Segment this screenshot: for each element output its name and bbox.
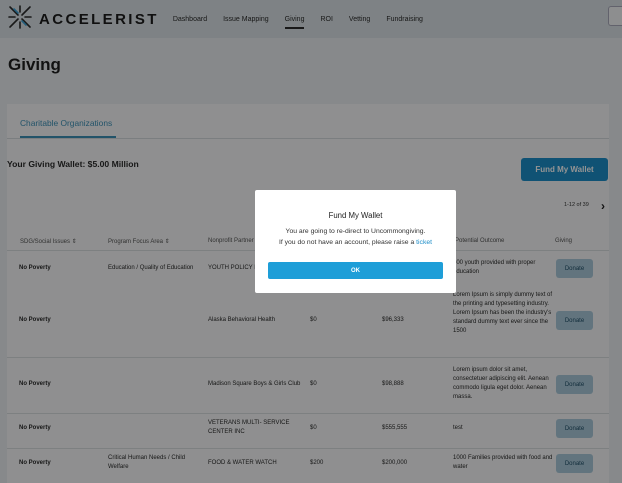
ticket-link[interactable]: ticket — [416, 239, 432, 246]
modal-message: You are going to re-direct to Uncommongi… — [285, 228, 426, 235]
modal-title: Fund My Wallet — [328, 211, 383, 220]
modal-message-text: If you do not have an account, please ra… — [278, 239, 415, 246]
fund-wallet-modal: Fund My Wallet You are going to re-direc… — [255, 190, 456, 293]
modal-message-secondary: If you do not have an account, please ra… — [255, 239, 456, 246]
ok-button[interactable]: OK — [268, 262, 443, 279]
